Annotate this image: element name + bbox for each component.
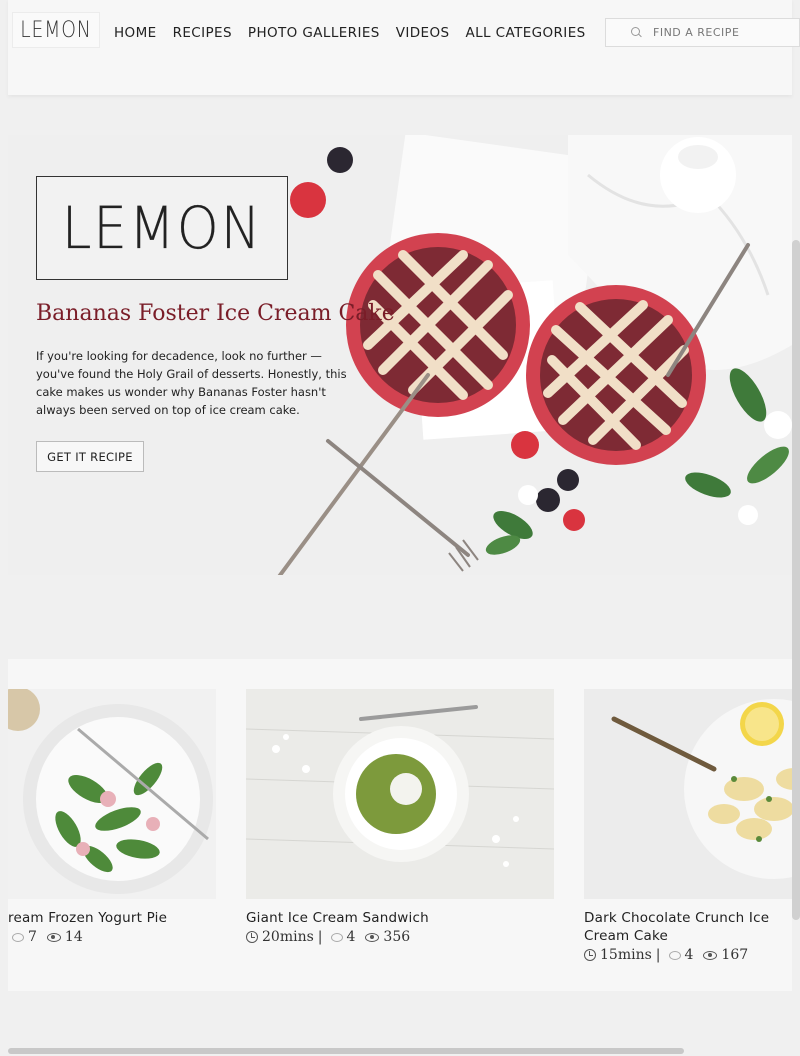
recipe-time: 20mins: [262, 929, 314, 945]
search-input[interactable]: [653, 26, 793, 39]
recipe-meta: 7 14: [8, 929, 216, 945]
nav-photo-galleries[interactable]: PHOTO GALLERIES: [248, 25, 380, 41]
hero-logo: LEMON: [36, 176, 288, 280]
clock-icon: [246, 931, 258, 943]
meta-separator: |: [655, 947, 661, 963]
nav-all-categories[interactable]: ALL CATEGORIES: [465, 25, 585, 41]
horizontal-scrollbar[interactable]: [8, 1048, 684, 1054]
eye-icon: [46, 932, 61, 942]
search-box[interactable]: [605, 18, 800, 47]
site-logo-text: LEMON: [20, 17, 92, 43]
get-recipe-button[interactable]: GET IT RECIPE: [36, 441, 144, 472]
comment-count: 7: [28, 929, 37, 945]
recipe-carousel[interactable]: ream Frozen Yogurt Pie 7 14 Giant Ice Cr…: [8, 659, 792, 991]
meta-separator: |: [317, 929, 323, 945]
clock-icon: [584, 949, 596, 961]
eye-icon: [365, 932, 380, 942]
nav-recipes[interactable]: RECIPES: [173, 25, 232, 41]
vertical-scrollbar[interactable]: [792, 240, 800, 920]
main-nav: HOME RECIPES PHOTO GALLERIES VIDEOS ALL …: [114, 25, 602, 41]
recipe-meta: 15mins | 4 167: [584, 947, 792, 963]
recipe-thumbnail[interactable]: [8, 689, 216, 899]
recipe-thumbnail[interactable]: [584, 689, 792, 899]
recipe-time: 15mins: [600, 947, 652, 963]
hero-logo-text: LEMON: [61, 194, 263, 262]
site-logo[interactable]: LEMON: [12, 12, 100, 48]
recipe-meta: 20mins | 4 356: [246, 929, 554, 945]
nav-videos[interactable]: VIDEOS: [396, 25, 450, 41]
comment-icon: [12, 932, 24, 942]
hero-description: If you're looking for decadence, look no…: [36, 349, 347, 417]
recipe-title[interactable]: Giant Ice Cream Sandwich: [246, 909, 554, 927]
view-count: 356: [383, 929, 411, 945]
recipe-thumbnail[interactable]: [246, 689, 554, 899]
recipe-card[interactable]: ream Frozen Yogurt Pie 7 14: [8, 689, 216, 945]
site-header: LEMON HOME RECIPES PHOTO GALLERIES VIDEO…: [8, 0, 800, 95]
recipe-card[interactable]: Dark Chocolate Crunch Ice Cream Cake 15m…: [584, 689, 792, 963]
view-count: 167: [721, 947, 749, 963]
hero-title[interactable]: Bananas Foster Ice Cream Cake: [36, 301, 395, 326]
comment-count: 4: [346, 929, 356, 945]
eye-icon: [703, 950, 718, 960]
recipe-title[interactable]: ream Frozen Yogurt Pie: [8, 909, 216, 927]
search-icon[interactable]: [631, 26, 643, 39]
comment-icon: [668, 950, 681, 960]
hero-banner: LEMON Bananas Foster Ice Cream Cake If y…: [8, 135, 792, 575]
recipe-title[interactable]: Dark Chocolate Crunch Ice Cream Cake: [584, 909, 792, 945]
recipe-card[interactable]: Giant Ice Cream Sandwich 20mins | 4 356: [246, 689, 554, 945]
nav-home[interactable]: HOME: [114, 25, 157, 41]
comment-count: 4: [684, 947, 694, 963]
comment-icon: [330, 932, 343, 942]
view-count: 14: [64, 929, 83, 945]
